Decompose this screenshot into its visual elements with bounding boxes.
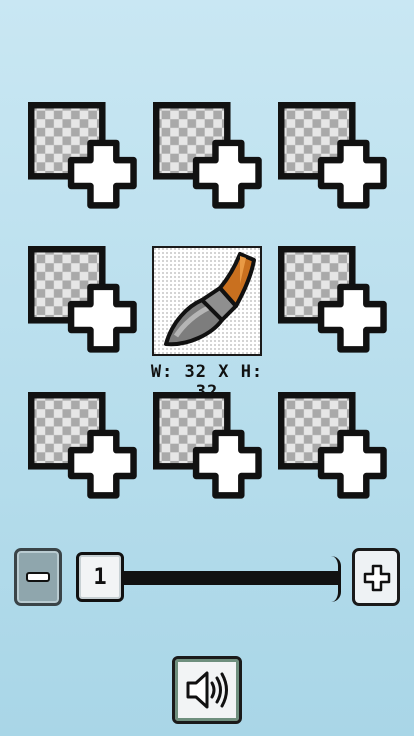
- add-canvas-slot-7[interactable]: [28, 392, 140, 504]
- add-canvas-slot-3[interactable]: [278, 102, 390, 214]
- add-canvas-icon: [28, 246, 140, 358]
- add-canvas-icon: [28, 392, 140, 504]
- speaker-icon: [186, 671, 228, 709]
- sound-toggle-button[interactable]: [172, 656, 242, 724]
- decrease-size-button[interactable]: [14, 548, 62, 606]
- paintbrush-icon: [154, 248, 260, 354]
- plus-icon: [363, 564, 391, 592]
- add-canvas-slot-8[interactable]: [153, 392, 265, 504]
- slider-end-cap: [331, 556, 341, 602]
- add-canvas-slot-6[interactable]: [278, 246, 390, 358]
- current-canvas-thumbnail[interactable]: [152, 246, 262, 356]
- add-canvas-icon: [153, 392, 265, 504]
- add-canvas-icon: [28, 102, 140, 214]
- increase-size-button[interactable]: [352, 548, 400, 606]
- add-canvas-icon: [278, 102, 390, 214]
- add-canvas-icon: [153, 102, 265, 214]
- add-canvas-slot-1[interactable]: [28, 102, 140, 214]
- add-canvas-slot-4[interactable]: [28, 246, 140, 358]
- brush-size-slider-track[interactable]: [120, 571, 340, 585]
- brush-size-slider-thumb[interactable]: 1: [76, 552, 124, 602]
- add-canvas-slot-2[interactable]: [153, 102, 265, 214]
- minus-icon: [26, 572, 50, 582]
- brush-size-value: 1: [93, 564, 107, 590]
- add-canvas-icon: [278, 246, 390, 358]
- add-canvas-icon: [278, 392, 390, 504]
- add-canvas-slot-9[interactable]: [278, 392, 390, 504]
